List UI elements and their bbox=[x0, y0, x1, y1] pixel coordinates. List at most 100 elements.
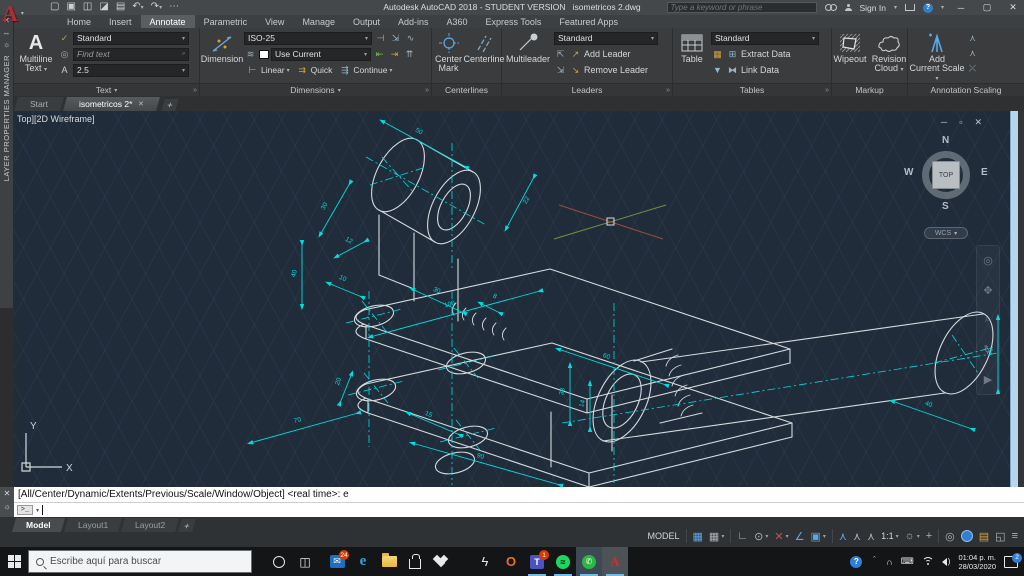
annotation-monitor-icon[interactable]: + bbox=[926, 530, 932, 542]
ribbon-tab-home[interactable]: Home bbox=[58, 15, 100, 28]
leader-style-combo[interactable]: Standard▾ bbox=[554, 32, 658, 45]
wifi-icon[interactable] bbox=[922, 557, 934, 566]
dim-layer-combo[interactable]: Use Current▾ bbox=[271, 48, 371, 61]
viewcube[interactable]: N W E S TOP WCS▾ bbox=[896, 135, 996, 245]
dim-break-icon[interactable]: ⊣ bbox=[374, 33, 387, 44]
dim-update-icon[interactable]: ⇤ bbox=[373, 49, 386, 60]
viewport-restore-icon[interactable]: ▫ bbox=[959, 117, 962, 128]
viewport-close-icon[interactable]: ✕ bbox=[974, 117, 982, 128]
table-button[interactable]: Table bbox=[673, 28, 711, 82]
dimension-button[interactable]: Dimension bbox=[200, 28, 244, 82]
taskbar-search-box[interactable]: Escribe aquí para buscar bbox=[28, 550, 252, 573]
layout-tab-layout2[interactable]: Layout2 bbox=[121, 518, 179, 532]
ribbon-tab-express-tools[interactable]: Express Tools bbox=[477, 15, 551, 28]
customization-menu-icon[interactable]: ≡ bbox=[1012, 530, 1018, 542]
autoscale-icon[interactable]: ⋏ bbox=[853, 530, 861, 543]
layer-properties-palette-bar[interactable]: ✕ ↔ ☼ LAYER PROPERTIES MANAGER bbox=[0, 15, 14, 308]
file-explorer-button[interactable] bbox=[376, 547, 402, 576]
zoom-icon[interactable]: ⌕ bbox=[985, 313, 991, 326]
edge-app-button[interactable]: e bbox=[350, 547, 376, 576]
viewport-minimize-icon[interactable]: ─ bbox=[941, 117, 947, 128]
cortana-button[interactable] bbox=[266, 547, 292, 576]
file-tab-start[interactable]: Start bbox=[14, 97, 64, 111]
command-close-icon[interactable]: ✕ bbox=[4, 489, 11, 498]
wcs-dropdown[interactable]: WCS▾ bbox=[924, 227, 968, 239]
mail-app-button[interactable]: ✉24 bbox=[324, 547, 350, 576]
multiline-text-button[interactable]: A MultilineText ▾ bbox=[14, 28, 58, 82]
model-space-label[interactable]: MODEL bbox=[648, 531, 680, 541]
ribbon-tab-manage[interactable]: Manage bbox=[293, 15, 344, 28]
find-text-input[interactable]: Find text⌕ bbox=[73, 48, 189, 61]
keyword-search-input[interactable] bbox=[667, 2, 817, 13]
viewcube-top-face[interactable]: TOP bbox=[932, 161, 960, 189]
office-app-button[interactable]: O bbox=[498, 547, 524, 576]
command-input-line[interactable]: >_ ▾ bbox=[14, 503, 1024, 517]
viewport-control-label[interactable]: Top][2D Wireframe] bbox=[17, 114, 95, 124]
tray-help-icon[interactable]: ? bbox=[850, 556, 862, 568]
centerline-button[interactable]: Centerline bbox=[467, 28, 501, 82]
whatsapp-app-button[interactable]: ✆ bbox=[576, 547, 602, 576]
ribbon-tab-a360[interactable]: A360 bbox=[438, 15, 477, 28]
clean-screen-icon[interactable]: ▤ bbox=[979, 530, 989, 543]
ribbon-tab-featured-apps[interactable]: Featured Apps bbox=[550, 15, 627, 28]
dim-style-combo[interactable]: ISO-25▾ bbox=[244, 32, 372, 45]
panel-label-centerlines[interactable]: Centerlines bbox=[432, 83, 501, 96]
audio-device-icon[interactable]: ∩ bbox=[886, 557, 892, 567]
text-height-combo[interactable]: 2.5▾ bbox=[73, 64, 189, 77]
center-mark-button[interactable]: CenterMark bbox=[432, 28, 465, 82]
search-binoculars-icon[interactable] bbox=[825, 4, 837, 11]
dim-jog-icon[interactable]: ∿ bbox=[404, 33, 417, 44]
store-app-button[interactable] bbox=[402, 547, 428, 576]
sign-in-button[interactable]: Sign In bbox=[860, 3, 886, 13]
panel-label-text[interactable]: Text▾» bbox=[14, 83, 199, 96]
revision-cloud-button[interactable]: RevisionCloud ▾ bbox=[871, 28, 907, 82]
sign-in-dropdown-icon[interactable]: ▾ bbox=[894, 4, 897, 11]
command-wrench-icon[interactable]: ☼ bbox=[3, 502, 10, 511]
wipeout-button[interactable]: Wipeout bbox=[832, 28, 868, 82]
annotation-scale-person-icon[interactable]: ⋏ bbox=[867, 530, 875, 543]
table-style-combo[interactable]: Standard▾ bbox=[711, 32, 819, 45]
command-recent-dropdown-icon[interactable]: ▾ bbox=[36, 507, 39, 514]
extract-data-button[interactable]: Extract Data bbox=[741, 49, 791, 59]
object-snap-tracking-icon[interactable]: ∠ bbox=[795, 530, 805, 543]
ribbon-tab-insert[interactable]: Insert bbox=[100, 15, 141, 28]
download-data-icon[interactable]: ▼ bbox=[711, 65, 724, 75]
linear-dim-button[interactable]: ⊢Linear▾ bbox=[244, 65, 292, 76]
ribbon-tab-view[interactable]: View bbox=[256, 15, 293, 28]
start-button[interactable] bbox=[0, 547, 28, 576]
sync-scale-icon[interactable]: ⋏ bbox=[966, 48, 979, 59]
grid-display-icon[interactable]: ▦ bbox=[693, 530, 703, 543]
task-view-button[interactable]: ◫ bbox=[292, 547, 318, 576]
leader-collect-icon[interactable]: ⇱ bbox=[554, 49, 567, 60]
store-cart-icon[interactable] bbox=[905, 4, 915, 11]
leader-align-icon[interactable]: ⇲ bbox=[554, 65, 567, 76]
spotify-app-button[interactable]: ≈ bbox=[550, 547, 576, 576]
file-tab-close-icon[interactable]: ✕ bbox=[138, 100, 144, 108]
object-snap-icon[interactable]: ▣ bbox=[810, 530, 820, 543]
workspace-gear-icon[interactable]: ☼ bbox=[905, 530, 915, 542]
panel-label-tables[interactable]: Tables» bbox=[673, 83, 831, 96]
dim-override-icon[interactable]: ⇥ bbox=[388, 49, 401, 60]
scale-list-icon[interactable]: ⋏ bbox=[966, 33, 979, 44]
remove-leader-button[interactable]: Remove Leader bbox=[584, 65, 648, 75]
panel-label-leaders[interactable]: Leaders» bbox=[502, 83, 672, 96]
hardware-acceleration-icon[interactable] bbox=[961, 530, 973, 542]
pan-icon[interactable]: ✥ bbox=[983, 284, 992, 297]
panel-label-annotation-scaling[interactable]: Annotation Scaling bbox=[908, 83, 1024, 96]
palette-autohide-icon[interactable]: ↔ bbox=[3, 27, 11, 39]
viewcube-west[interactable]: W bbox=[904, 167, 913, 178]
ribbon-tab-parametric[interactable]: Parametric bbox=[195, 15, 257, 28]
dim-adjust-icon[interactable]: ⇲ bbox=[389, 33, 402, 44]
new-drawing-tab-button[interactable]: + bbox=[161, 99, 178, 111]
multileader-button[interactable]: Multileader bbox=[502, 28, 554, 82]
viewcube-south[interactable]: S bbox=[942, 201, 949, 212]
help-dropdown-icon[interactable]: ▾ bbox=[941, 4, 944, 11]
new-layout-button[interactable]: + bbox=[178, 519, 196, 532]
maximize-button[interactable]: ▢ bbox=[978, 2, 996, 13]
dropbox-app-button[interactable] bbox=[428, 547, 454, 576]
autocad-app-button[interactable]: A ▾ bbox=[2, 0, 48, 27]
volume-icon[interactable]: ) bbox=[942, 557, 951, 566]
touch-keyboard-icon[interactable]: ⌨ bbox=[901, 556, 914, 567]
spell-check-icon[interactable]: ✓ bbox=[58, 33, 71, 44]
orbit-icon[interactable]: ↻ bbox=[983, 343, 992, 356]
